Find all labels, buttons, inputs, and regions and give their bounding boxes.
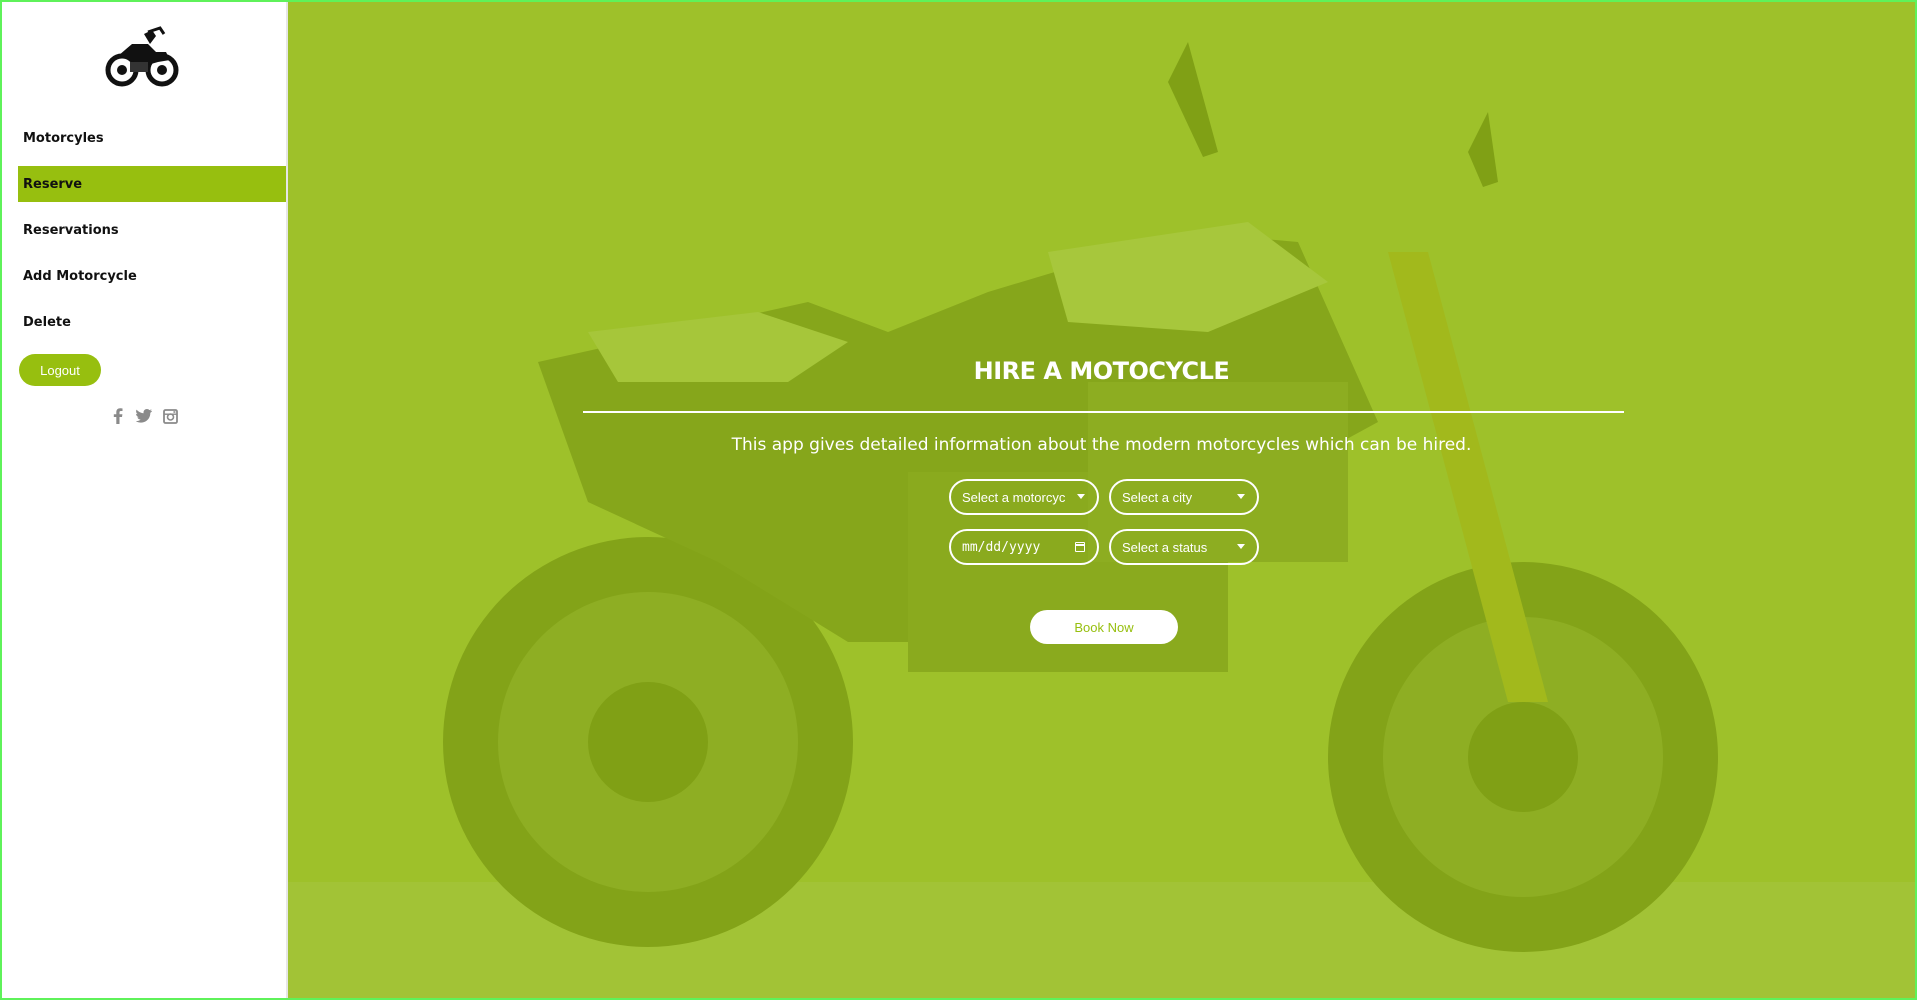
social-links bbox=[110, 408, 178, 424]
book-now-button[interactable]: Book Now bbox=[1030, 610, 1178, 644]
sidebar-item-delete[interactable]: Delete bbox=[18, 304, 286, 340]
date-input-placeholder: mm/dd/yyyy bbox=[962, 539, 1041, 555]
sidebar-nav: Motorcyles Reserve Reservations Add Moto… bbox=[2, 120, 286, 350]
status-select-value: Select a status bbox=[1122, 539, 1208, 555]
sidebar-item-add-motorcycle[interactable]: Add Motorcycle bbox=[18, 258, 286, 294]
city-select[interactable]: Select a city bbox=[1109, 479, 1259, 515]
chevron-down-icon bbox=[1077, 494, 1085, 499]
chevron-down-icon bbox=[1237, 494, 1245, 499]
sidebar-item-label: Reserve bbox=[23, 176, 83, 192]
sidebar-item-motorcyles[interactable]: Motorcyles bbox=[18, 120, 286, 156]
facebook-icon[interactable] bbox=[110, 408, 126, 424]
hero-content: HIRE A MOTOCYCLE This app gives detailed… bbox=[288, 2, 1915, 998]
status-select[interactable]: Select a status bbox=[1109, 529, 1259, 565]
sidebar-item-label: Delete bbox=[23, 314, 71, 330]
sidebar: Motorcyles Reserve Reservations Add Moto… bbox=[2, 2, 288, 998]
sidebar-item-label: Motorcyles bbox=[23, 130, 104, 146]
app-window: Motorcyles Reserve Reservations Add Moto… bbox=[0, 0, 1917, 1000]
motorcycle-select-value: Select a motorcyc bbox=[962, 489, 1066, 505]
logout-button[interactable]: Logout bbox=[19, 354, 101, 386]
instagram-icon[interactable] bbox=[162, 408, 178, 424]
twitter-icon[interactable] bbox=[136, 408, 152, 424]
date-input[interactable]: mm/dd/yyyy bbox=[949, 529, 1099, 565]
sidebar-item-label: Add Motorcycle bbox=[23, 268, 137, 284]
page-title: HIRE A MOTOCYCLE bbox=[973, 357, 1230, 385]
city-select-value: Select a city bbox=[1122, 489, 1193, 505]
chevron-down-icon bbox=[1237, 544, 1245, 549]
hero-section: HIRE A MOTOCYCLE This app gives detailed… bbox=[288, 2, 1915, 998]
sidebar-item-reservations[interactable]: Reservations bbox=[18, 212, 286, 248]
motorcycle-logo-icon[interactable] bbox=[104, 26, 182, 92]
sidebar-item-label: Reservations bbox=[23, 222, 119, 238]
page-subtitle: This app gives detailed information abou… bbox=[731, 435, 1472, 455]
sidebar-item-reserve[interactable]: Reserve bbox=[18, 166, 286, 202]
calendar-icon[interactable] bbox=[1075, 542, 1085, 552]
title-divider bbox=[583, 411, 1624, 413]
motorcycle-select[interactable]: Select a motorcyc bbox=[949, 479, 1099, 515]
